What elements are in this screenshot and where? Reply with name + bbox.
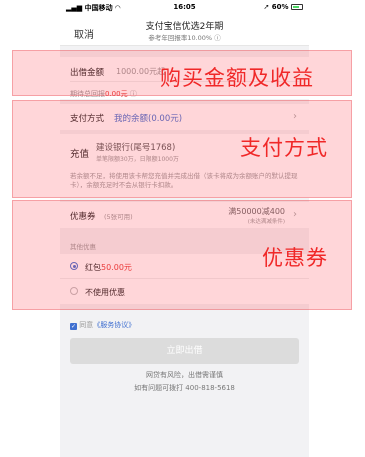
screenshot-stage: ▂▄▆ 中国移动 ◠ 16:05 ➚ 60% 取消 支付宝信优选2年期 参考年回… xyxy=(0,0,365,457)
page-title: 支付宝信优选2年期 xyxy=(145,22,224,32)
lend-now-button[interactable]: 立即出借 xyxy=(70,338,299,364)
annotation-label-coupon: 优惠券 xyxy=(262,246,328,270)
risk-notice: 网贷有风险，出借需谨慎 xyxy=(146,371,223,379)
status-bar: ▂▄▆ 中国移动 ◠ 16:05 ➚ 60% xyxy=(60,0,309,14)
annotation-label-purchase: 购买金额及收益 xyxy=(160,66,314,90)
agree-checkbox[interactable]: ✓ xyxy=(70,323,77,330)
nav-bar: 取消 支付宝信优选2年期 参考年回报率10.00% ⓘ xyxy=(60,14,309,46)
annotation-label-payment: 支付方式 xyxy=(240,136,328,160)
location-icon: ➚ xyxy=(263,3,272,11)
page-subtitle: 参考年回报率10.00% ⓘ xyxy=(148,34,221,42)
battery-status: ➚ 60% xyxy=(263,3,303,11)
info-icon[interactable]: ⓘ xyxy=(214,34,221,42)
battery-icon xyxy=(291,4,303,10)
hotline: 如有问题可拨打 400-818-5618 xyxy=(134,384,235,392)
service-agreement-link[interactable]: 《服务协议》 xyxy=(93,321,135,329)
agreement: ✓ 同意《服务协议》 xyxy=(70,321,136,330)
